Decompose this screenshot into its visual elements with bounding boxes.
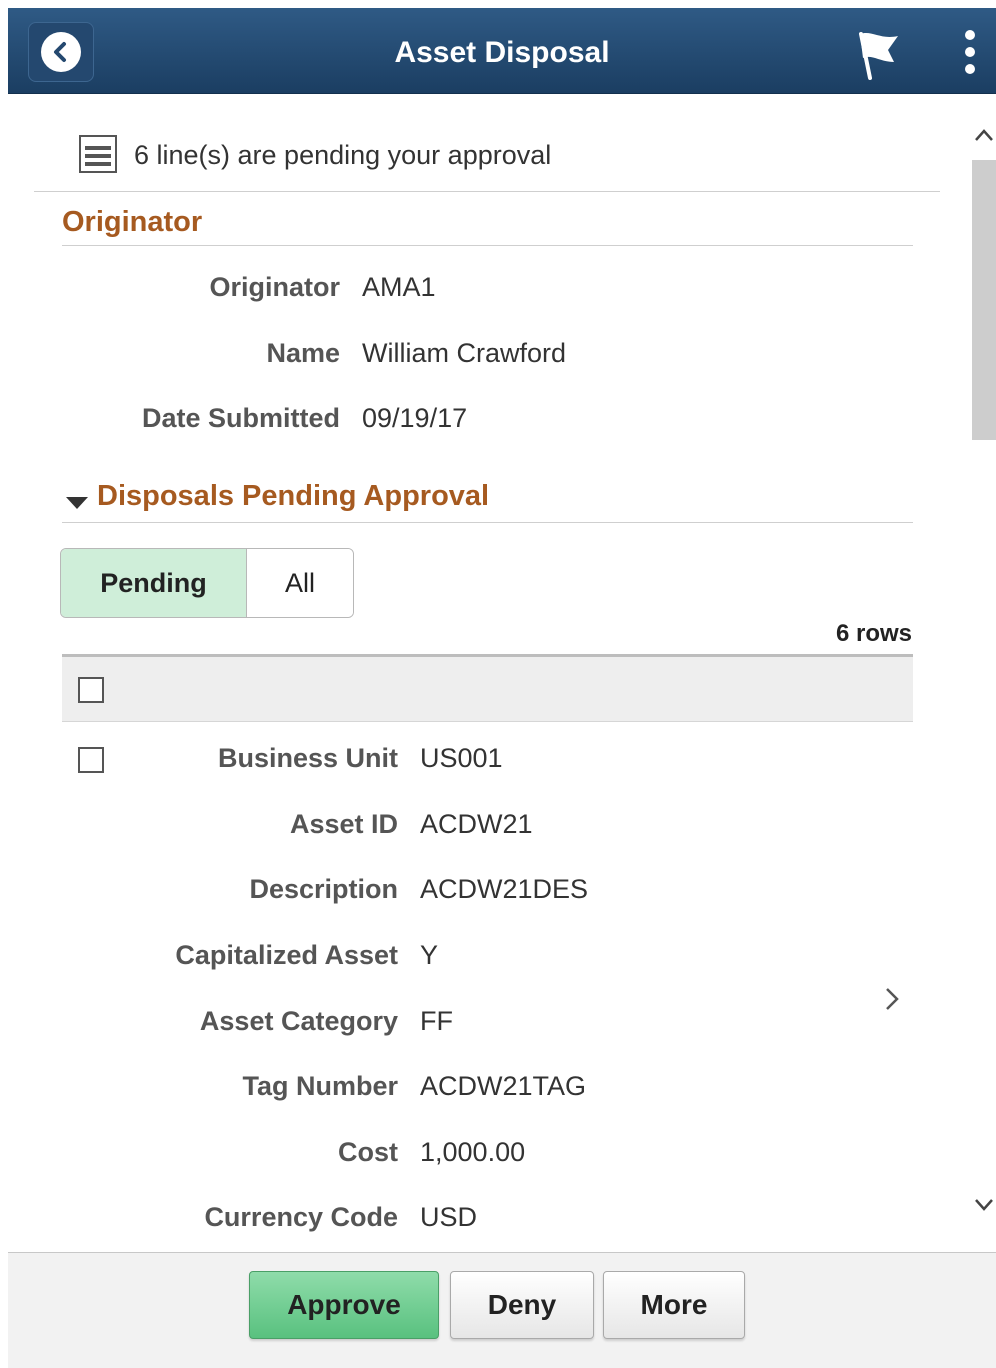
chevron-right-icon[interactable] [884, 986, 900, 1017]
name-value: William Crawford [362, 338, 567, 368]
grid-header [62, 654, 913, 722]
flag-icon[interactable] [850, 28, 904, 80]
originator-label: Originator [209, 272, 340, 302]
more-button[interactable]: More [603, 1271, 745, 1339]
pending-banner[interactable]: 6 line(s) are pending your approval [34, 132, 940, 192]
date-submitted-value: 09/19/17 [362, 403, 468, 433]
cost-label: Cost [338, 1137, 398, 1167]
date-submitted-label: Date Submitted [141, 403, 340, 433]
select-all-checkbox[interactable] [78, 677, 104, 703]
tab-all[interactable]: All [247, 549, 353, 617]
asset-id-value: ACDW21 [420, 809, 533, 839]
row-count: 6 rows [835, 620, 912, 647]
footer-toolbar: Approve Deny More [8, 1252, 996, 1368]
currency-code-value: USD [420, 1202, 478, 1232]
asset-category-label: Asset Category [199, 1006, 398, 1036]
row-checkbox[interactable] [78, 747, 104, 773]
section-divider [62, 245, 913, 246]
scrollbar-thumb[interactable] [972, 160, 996, 440]
list-icon [78, 134, 118, 174]
capitalized-asset-value: Y [420, 940, 439, 970]
approve-button[interactable]: Approve [249, 1271, 439, 1339]
pending-all-toggle: Pending All [60, 548, 354, 618]
tag-number-label: Tag Number [242, 1071, 398, 1101]
scroll-up-icon[interactable] [974, 128, 994, 147]
section-divider [62, 522, 913, 523]
description-label: Description [249, 874, 398, 904]
cost-value: 1,000.00 [420, 1137, 526, 1167]
pending-banner-text: 6 line(s) are pending your approval [134, 140, 552, 170]
header-bar: Asset Disposal [8, 8, 996, 94]
asset-category-value: FF [420, 1006, 453, 1036]
tag-number-value: ACDW21TAG [420, 1071, 587, 1101]
main-content: 6 line(s) are pending your approval Orig… [8, 94, 968, 1252]
disposals-section-title[interactable]: Disposals Pending Approval [97, 480, 489, 513]
kebab-menu-icon[interactable] [958, 28, 982, 82]
originator-section-title: Originator [62, 206, 203, 238]
description-value: ACDW21DES [420, 874, 589, 904]
business-unit-value: US001 [420, 743, 503, 773]
scroll-down-icon[interactable] [974, 1198, 994, 1217]
name-label: Name [266, 338, 340, 368]
page-title: Asset Disposal [394, 36, 610, 69]
deny-button[interactable]: Deny [450, 1271, 594, 1339]
originator-value: AMA1 [362, 272, 436, 302]
asset-id-label: Asset ID [289, 809, 398, 839]
collapse-triangle-icon[interactable] [66, 497, 88, 509]
capitalized-asset-label: Capitalized Asset [175, 940, 398, 970]
currency-code-label: Currency Code [204, 1202, 398, 1232]
scrollbar[interactable] [968, 94, 996, 1252]
business-unit-label: Business Unit [217, 743, 398, 773]
tab-pending[interactable]: Pending [61, 549, 247, 617]
